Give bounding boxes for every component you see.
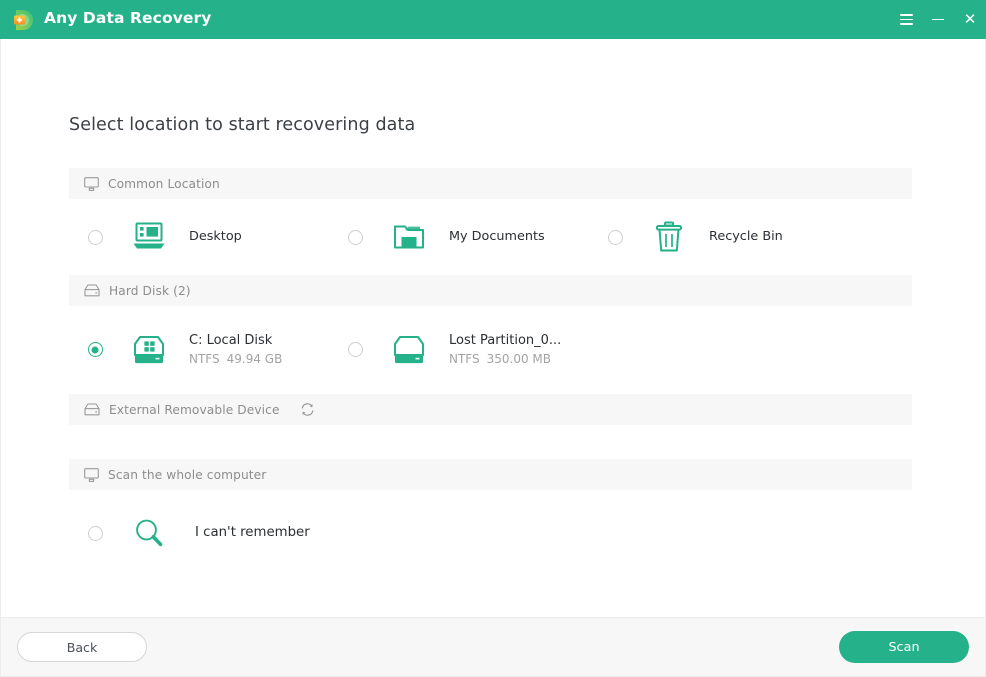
app-window: Any Data Recovery ✕ Select location to s… [0,0,986,677]
refresh-icon[interactable] [300,402,315,417]
option-text: Desktop [177,228,242,245]
option-text: My Documents [437,228,545,245]
section-header-hard-disk: Hard Disk (2) [69,275,912,306]
page-title: Select location to start recovering data [69,115,416,135]
scan-button[interactable]: Scan [839,631,969,663]
radio-cell[interactable] [69,525,121,541]
minimize-icon [932,18,944,21]
desktop-monitor-icon [132,222,166,252]
back-button[interactable]: Back [17,632,147,662]
section-label: Common Location [108,176,220,191]
option-label: Recycle Bin [709,229,783,245]
section-header-common-location: Common Location [69,168,912,199]
radio-cell[interactable] [589,229,641,245]
option-c-local-disk[interactable]: C: Local Disk NTFS 49.94 GB [69,332,329,369]
option-text: C: Local Disk NTFS 49.94 GB [177,332,282,369]
hamburger-menu-icon [899,14,913,25]
minimize-button[interactable] [922,0,954,39]
option-label: Lost Partition_0... [449,332,562,348]
icon-cell [641,221,697,253]
option-subtitle: NTFS 350.00 MB [449,350,561,368]
size-value: 350.00 MB [486,352,552,367]
icon-cell [381,335,437,365]
radio-cant-remember[interactable] [87,525,103,541]
radio-cell[interactable] [69,342,121,358]
option-label: My Documents [449,229,545,245]
data-recovery-plus-logo-icon [13,9,35,31]
close-button[interactable]: ✕ [954,0,986,39]
radio-c-local-disk[interactable] [87,342,103,358]
section-label: Scan the whole computer [108,467,267,482]
items-row-scan-whole-computer: I can't remember [69,490,912,576]
option-subtitle: NTFS 49.94 GB [189,350,282,368]
trash-bin-icon [654,221,684,253]
radio-cell[interactable] [69,229,121,245]
main-content: Select location to start recovering data… [0,39,986,617]
option-lost-partition[interactable]: Lost Partition_0... NTFS 350.00 MB [329,332,589,369]
icon-cell [121,335,177,365]
radio-cell[interactable] [329,342,381,358]
partition-drive-icon [391,335,427,365]
hard-disk-icon [84,403,100,416]
monitor-icon [84,467,99,482]
option-text: I can't remember [177,524,310,542]
section-header-scan-whole-computer: Scan the whole computer [69,459,912,490]
option-my-documents[interactable]: My Documents [329,222,589,252]
option-label: C: Local Disk [189,332,273,348]
radio-lost-partition[interactable] [347,342,363,358]
location-sections: Common Location Desktop My Documents Rec… [69,168,912,576]
empty-external-device-list [69,425,912,459]
section-header-external-removable-device: External Removable Device [69,394,912,425]
radio-desktop[interactable] [87,229,103,245]
windows-drive-icon [131,335,167,365]
option-desktop[interactable]: Desktop [69,222,329,252]
magnifier-icon [133,517,165,549]
filesystem-value: NTFS [189,352,220,367]
monitor-icon [84,176,99,191]
window-controls: ✕ [890,0,986,39]
items-row-hard-disk: C: Local Disk NTFS 49.94 GB Lost Partiti… [69,306,912,394]
option-text: Recycle Bin [697,228,783,245]
hard-disk-icon [84,284,100,297]
footer-bar: Back Scan [0,617,986,677]
title-bar: Any Data Recovery ✕ [0,0,986,39]
icon-cell [121,517,177,549]
app-title: Any Data Recovery [44,9,212,28]
option-text: Lost Partition_0... NTFS 350.00 MB [437,332,561,369]
icon-cell [121,222,177,252]
folder-icon [392,222,426,252]
option-label: I can't remember [195,525,310,541]
section-label: External Removable Device [109,402,280,417]
items-row-common-location: Desktop My Documents Recycle Bin [69,199,912,275]
brand: Any Data Recovery [13,9,211,31]
radio-recycle-bin[interactable] [607,229,623,245]
option-recycle-bin[interactable]: Recycle Bin [589,221,849,253]
radio-cell[interactable] [329,229,381,245]
radio-my-documents[interactable] [347,229,363,245]
option-label: Desktop [189,229,242,245]
option-cant-remember[interactable]: I can't remember [69,517,429,549]
hamburger-menu-button[interactable] [890,0,922,39]
filesystem-value: NTFS [449,352,480,367]
size-value: 49.94 GB [226,352,283,367]
close-icon: ✕ [963,10,977,28]
section-label: Hard Disk (2) [109,283,191,298]
icon-cell [381,222,437,252]
